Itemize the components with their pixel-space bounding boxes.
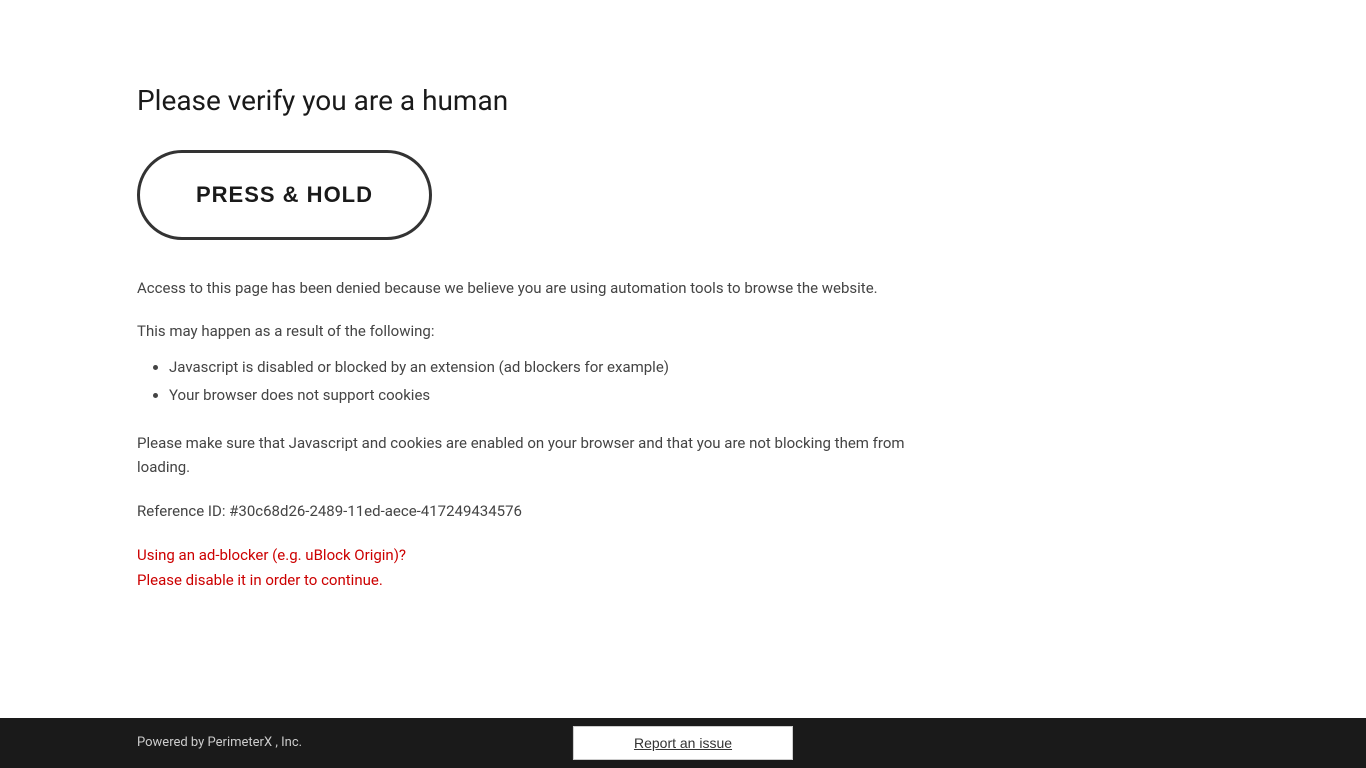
list-item: Your browser does not support cookies [169, 383, 960, 407]
reason-list: Javascript is disabled or blocked by an … [137, 355, 960, 407]
ensure-text: Please make sure that Javascript and coo… [137, 431, 960, 479]
access-denied-description: Access to this page has been denied beca… [137, 276, 937, 300]
powered-by-text: Powered by PerimeterX , Inc. [0, 733, 302, 753]
main-content: Please verify you are a human PRESS & HO… [0, 0, 960, 718]
list-item: Javascript is disabled or blocked by an … [169, 355, 960, 379]
page-title: Please verify you are a human [137, 80, 960, 122]
adblocker-message: Using an ad-blocker (e.g. uBlock Origin)… [137, 543, 960, 594]
reference-id: Reference ID: #30c68d26-2489-11ed-aece-4… [137, 499, 937, 523]
may-happen-text: This may happen as a result of the follo… [137, 320, 937, 343]
adblocker-line1: Using an ad-blocker (e.g. uBlock Origin)… [137, 543, 960, 569]
press-hold-button[interactable]: PRESS & HOLD [137, 150, 432, 240]
report-issue-button[interactable]: Report an issue [573, 726, 793, 760]
adblocker-line2: Please disable it in order to continue. [137, 568, 960, 594]
footer: Powered by PerimeterX , Inc. Report an i… [0, 718, 1366, 768]
press-hold-label: PRESS & HOLD [196, 182, 373, 208]
